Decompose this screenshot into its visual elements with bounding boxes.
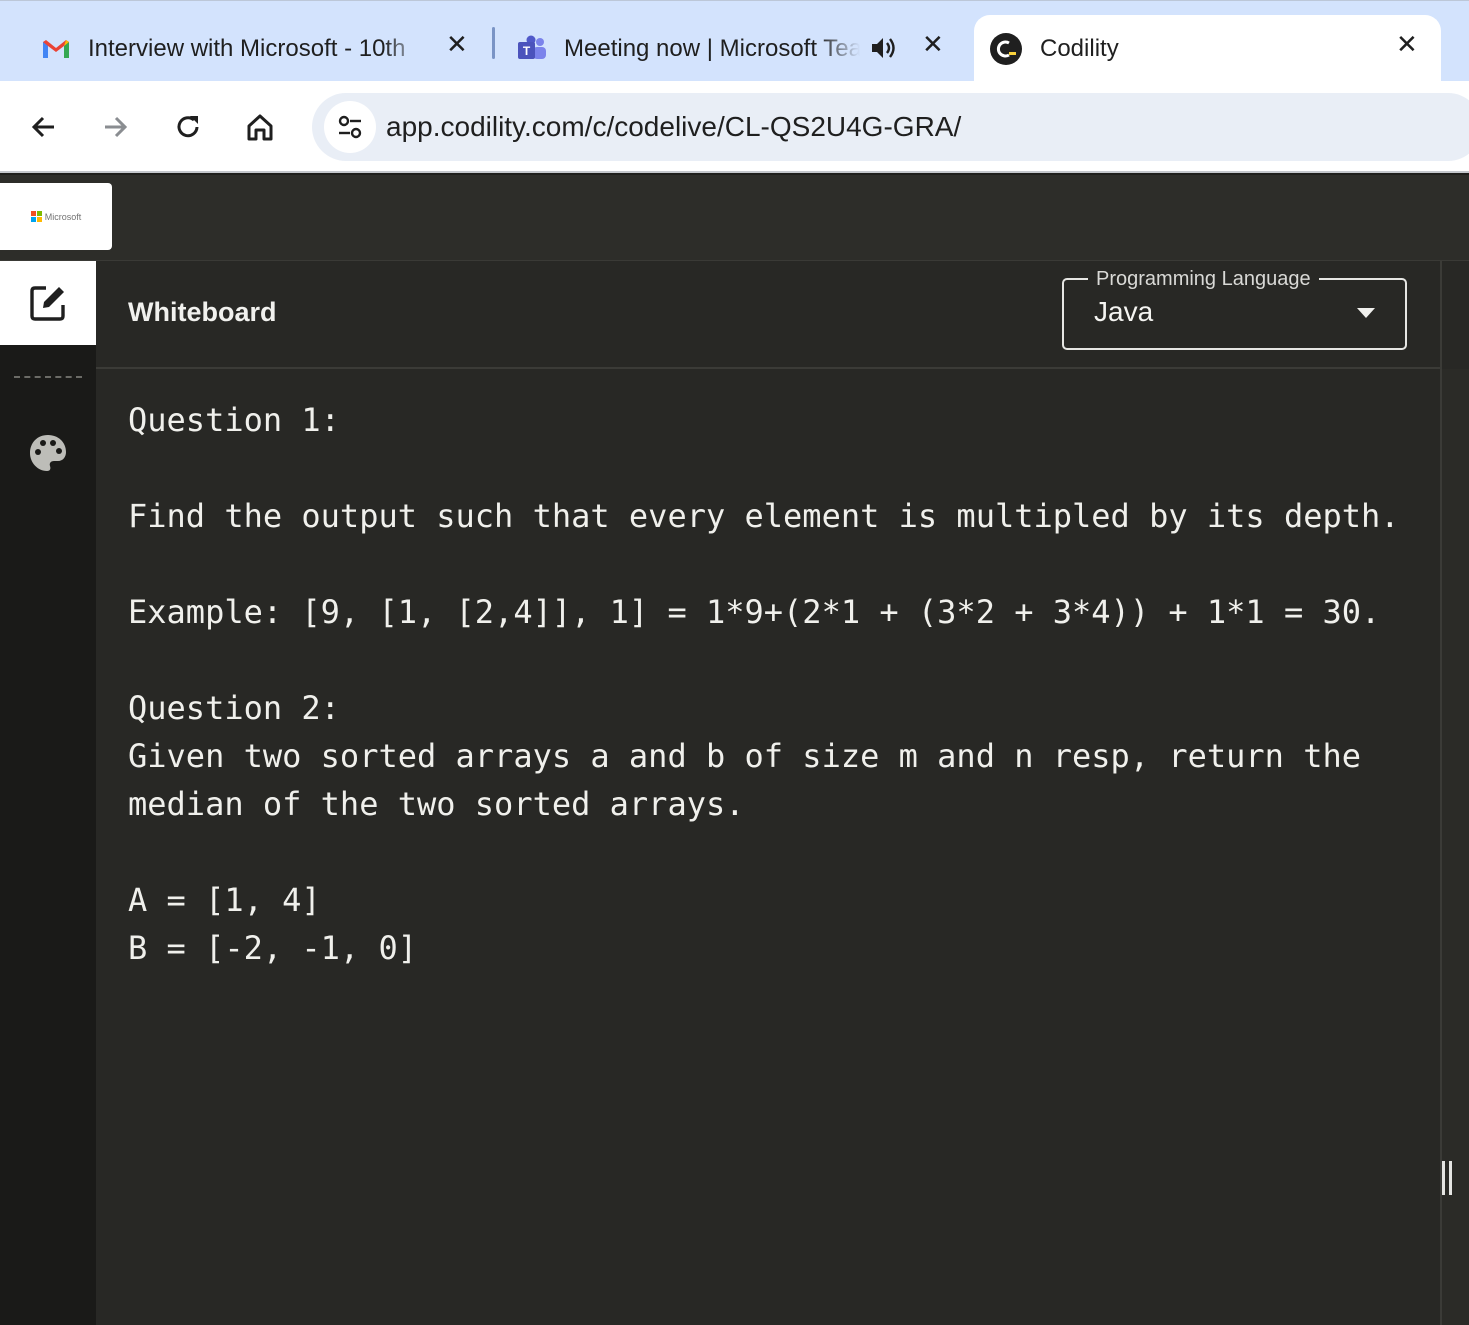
reload-icon xyxy=(177,116,199,138)
whiteboard-line: Question 2: xyxy=(128,689,340,727)
close-tab-icon[interactable]: ✕ xyxy=(446,29,468,60)
theme-button[interactable] xyxy=(26,431,70,475)
teams-icon: T xyxy=(518,35,546,59)
whiteboard-line: median of the two sorted arrays. xyxy=(128,785,745,823)
whiteboard-line: A = [1, 4] xyxy=(128,881,321,919)
whiteboard-tool-button[interactable] xyxy=(0,261,96,345)
tab-title: Interview with Microsoft - 10th xyxy=(88,34,406,62)
language-select-value: Java xyxy=(1094,296,1154,327)
dropdown-arrow-icon xyxy=(1357,308,1375,318)
tab-title: Codility xyxy=(1040,34,1119,62)
tab-teams[interactable]: T Meeting now | Microsoft Teams ✕ xyxy=(476,15,976,82)
rail-divider xyxy=(14,376,82,378)
panel-title: Whiteboard xyxy=(128,297,277,327)
whiteboard-line: B = [-2, -1, 0] xyxy=(128,929,417,967)
home-icon xyxy=(247,114,273,141)
back-button[interactable] xyxy=(22,105,66,149)
speaker-icon[interactable] xyxy=(868,33,898,63)
forward-button[interactable] xyxy=(93,105,137,149)
gmail-icon xyxy=(43,39,69,58)
reload-button[interactable] xyxy=(166,105,210,149)
rail-header xyxy=(1442,261,1469,369)
address-bar[interactable]: app.codility.com/c/codelive/CL-QS2U4G-GR… xyxy=(312,93,1469,161)
edit-note-icon xyxy=(30,286,65,321)
left-toolbar xyxy=(0,261,96,1325)
browser-toolbar: app.codility.com/c/codelive/CL-QS2U4G-GR… xyxy=(0,81,1469,173)
svg-text:T: T xyxy=(523,44,531,58)
tab-codility[interactable]: Codility ✕ xyxy=(974,15,1441,82)
tab-gmail[interactable]: Interview with Microsoft - 10th ✕ xyxy=(0,15,490,82)
whiteboard-line: Given two sorted arrays a and b of size … xyxy=(128,737,1361,775)
microsoft-logo-icon xyxy=(30,211,42,222)
arrow-right-icon xyxy=(105,116,128,138)
palette-icon xyxy=(30,435,66,471)
site-info-button[interactable] xyxy=(324,101,376,153)
home-button[interactable] xyxy=(238,105,282,149)
right-panel-rail xyxy=(1440,261,1469,1325)
language-select-label: Programming Language xyxy=(1088,268,1319,290)
whiteboard-panel: Whiteboard Programming Language Java Que… xyxy=(96,261,1440,1325)
logo-text: Microsoft xyxy=(44,211,82,222)
panel-header: Whiteboard Programming Language Java xyxy=(96,261,1440,369)
tab-title: Meeting now | Microsoft Teams xyxy=(564,34,860,62)
arrow-left-icon xyxy=(31,116,54,138)
close-tab-icon[interactable]: ✕ xyxy=(922,29,944,60)
url-text[interactable]: app.codility.com/c/codelive/CL-QS2U4G-GR… xyxy=(386,93,961,161)
codility-icon xyxy=(990,32,1022,65)
close-tab-icon[interactable]: ✕ xyxy=(1396,29,1418,60)
browser-tabstrip: Interview with Microsoft - 10th ✕ T Meet… xyxy=(0,0,1469,82)
company-logo: Microsoft xyxy=(0,183,112,250)
tune-icon xyxy=(338,115,362,139)
app-header: Microsoft xyxy=(0,175,1469,261)
whiteboard-line: Find the output such that every element … xyxy=(128,497,1400,535)
resize-handle[interactable] xyxy=(1442,1161,1454,1195)
whiteboard-line: Question 1: xyxy=(128,401,340,439)
language-select[interactable]: Programming Language Java xyxy=(1062,268,1407,350)
whiteboard-line: Example: [9, [1, [2,4]], 1] = 1*9+(2*1 +… xyxy=(128,593,1381,631)
